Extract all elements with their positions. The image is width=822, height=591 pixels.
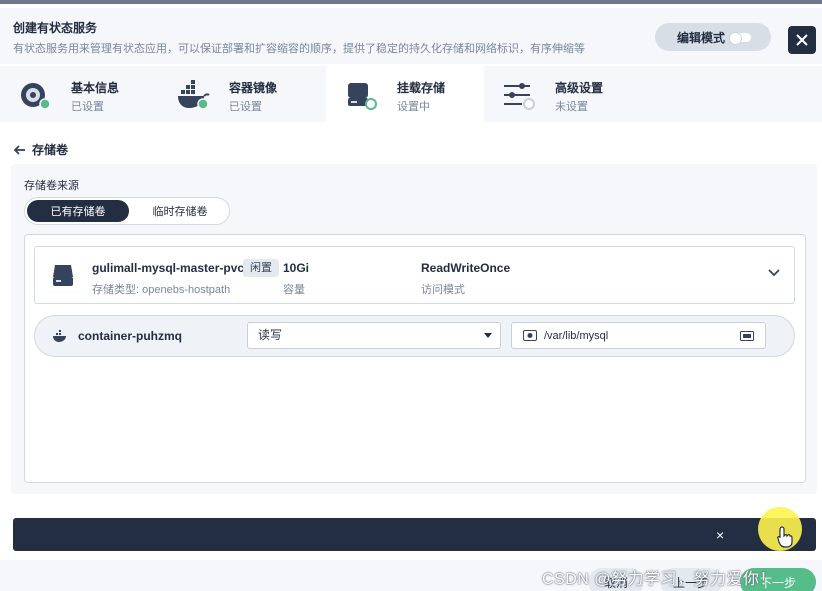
step-status: 未设置 <box>555 101 588 113</box>
status-badge: 闲置 <box>243 259 279 277</box>
hand-cursor-icon <box>777 526 793 548</box>
notification-bar: × <box>13 518 816 551</box>
storage-icon <box>348 83 377 110</box>
mount-path-field[interactable] <box>511 322 766 349</box>
step-advanced-settings[interactable]: 高级设置 未设置 <box>484 66 642 122</box>
volume-source-switch: 已有存储卷 临时存储卷 <box>24 197 230 225</box>
section-title: 存储卷 <box>32 143 69 157</box>
step-basic-info[interactable]: 基本信息 已设置 <box>0 66 158 122</box>
permission-value: 读写 <box>258 328 283 342</box>
storage-class: 存储类型: openebs-hostpath <box>92 284 231 296</box>
docker-icon <box>178 80 210 110</box>
close-icon[interactable]: × <box>716 527 724 543</box>
disc-icon <box>21 83 51 110</box>
capacity-label: 容量 <box>283 284 305 296</box>
chevron-down-icon[interactable] <box>768 269 780 277</box>
step-name: 基本信息 <box>71 81 120 95</box>
existing-volume-option[interactable]: 已有存储卷 <box>27 200 129 222</box>
permission-select[interactable]: 读写 <box>247 322 501 349</box>
wizard-steps: 基本信息 已设置 容器镜像 已设置 挂载存储 设置中 高级设置 未设置 <box>0 66 822 122</box>
create-statefulset-dialog: 创建有状态服务 有状态服务用来管理有状态应用，可以保证部署和扩容缩容的顺序，提供… <box>0 0 822 591</box>
capacity-value: 10Gi <box>283 261 310 275</box>
step-name: 挂载存储 <box>397 81 446 95</box>
step-name: 容器镜像 <box>229 81 278 95</box>
step-name: 高级设置 <box>555 81 604 95</box>
arrow-left-icon <box>14 144 25 155</box>
close-icon <box>796 34 808 46</box>
volume-card[interactable]: gulimall-mysql-master-pvc 闲置 存储类型: opene… <box>34 246 795 304</box>
sliders-icon <box>504 83 535 110</box>
access-mode-value: ReadWriteOnce <box>421 261 511 275</box>
access-mode-label: 访问模式 <box>421 284 465 296</box>
edit-mode-label: 编辑模式 <box>677 30 726 45</box>
storage-volume-back-link[interactable]: 存储卷 <box>14 141 68 158</box>
disk-icon <box>53 265 73 286</box>
caret-down-icon <box>484 333 492 338</box>
close-button[interactable] <box>788 26 816 54</box>
container-mount-row: container-puhzmq 读写 <box>34 315 795 357</box>
dialog-description: 有状态服务用来管理有状态应用，可以保证部署和扩容缩容的顺序，提供了稳定的持久化存… <box>13 43 585 55</box>
temporary-volume-option[interactable]: 临时存储卷 <box>133 200 227 222</box>
container-name: container-puhzmq <box>78 329 182 343</box>
folder-icon <box>523 330 537 341</box>
subpath-icon[interactable] <box>740 331 754 341</box>
dialog-title: 创建有状态服务 <box>13 21 98 35</box>
dialog-header: 创建有状态服务 有状态服务用来管理有状态应用，可以保证部署和扩容缩容的顺序，提供… <box>0 8 822 64</box>
step-status: 已设置 <box>71 101 104 113</box>
docker-icon <box>53 330 66 342</box>
edit-mode-toggle[interactable]: 编辑模式 <box>655 23 771 51</box>
volume-source-label: 存储卷来源 <box>24 180 79 192</box>
volume-name: gulimall-mysql-master-pvc <box>92 261 245 275</box>
mount-path-input[interactable] <box>544 327 724 345</box>
watermark-text: CSDN @努力学习，努力爱你！ <box>542 571 777 588</box>
toggle-switch-icon <box>729 32 751 45</box>
step-mount-storage[interactable]: 挂载存储 设置中 <box>326 66 484 122</box>
step-status: 已设置 <box>229 101 262 113</box>
step-container-image[interactable]: 容器镜像 已设置 <box>158 66 316 122</box>
step-status: 设置中 <box>397 101 430 113</box>
